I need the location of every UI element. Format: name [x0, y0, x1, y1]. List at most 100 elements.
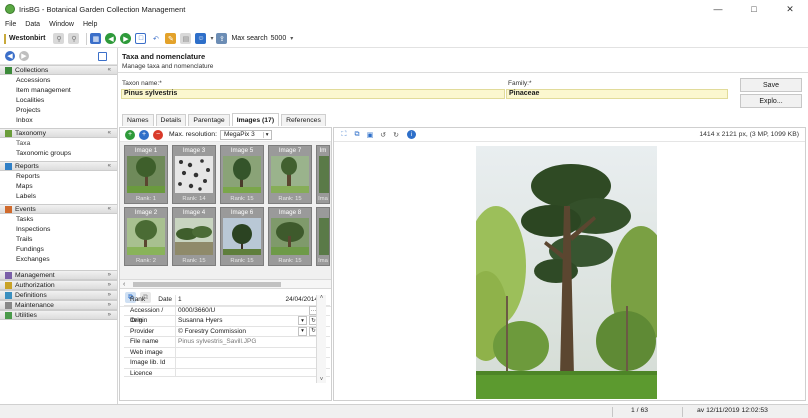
nav-section-utilities[interactable]: Utilities »	[0, 310, 117, 320]
taxon-name-field[interactable]: Pinus sylvestris	[121, 89, 505, 99]
nav-section-authorization[interactable]: Authorization »	[0, 280, 117, 290]
scroll-down-icon[interactable]: ˅	[317, 377, 326, 383]
chevron-down-icon[interactable]: ▾	[298, 316, 307, 325]
forward-icon[interactable]: ▶	[120, 33, 132, 44]
site-selector[interactable]: Westonbirt	[9, 35, 45, 42]
nav-item-inbox[interactable]: Inbox	[0, 116, 117, 126]
nav-section-collections[interactable]: Collections «	[0, 65, 117, 75]
collapse-chevron-icon[interactable]: «	[108, 163, 111, 169]
scroll-up-icon[interactable]: ˄	[317, 295, 326, 301]
nav-section-management[interactable]: Management »	[0, 270, 117, 280]
thumbnail[interactable]: Im Ima	[316, 145, 330, 204]
accession-value[interactable]: 0000/3660/U	[178, 306, 215, 316]
panel-toggle-icon[interactable]	[98, 52, 107, 61]
fit-screen-icon[interactable]: ⛶	[339, 130, 349, 140]
maximize-button[interactable]: □	[736, 0, 772, 18]
thumbnail[interactable]: Image 3 Rank: 14	[172, 145, 216, 204]
rotate-right-icon[interactable]: ↻	[391, 130, 401, 140]
tab-images[interactable]: Images (17)	[231, 113, 280, 126]
minimize-button[interactable]: —	[700, 0, 736, 18]
close-button[interactable]: ✕	[772, 0, 808, 18]
thumbnail[interactable]: Image 5 Rank: 15	[220, 145, 264, 204]
nav-item-localities[interactable]: Localities	[0, 96, 117, 106]
collapse-chevron-icon[interactable]: «	[108, 67, 111, 73]
thumbnail[interactable]: Image 8 Rank: 15	[268, 207, 312, 266]
edit-image-icon[interactable]: +	[139, 129, 149, 140]
date-value[interactable]: 24/04/2014	[285, 295, 318, 305]
max-search-value[interactable]: 5000	[271, 35, 287, 42]
max-resolution-select[interactable]: MegaPix 3 ▾	[219, 129, 273, 140]
nav-item-taxa[interactable]: Taxa	[0, 139, 117, 149]
tag-icon[interactable]: ✎	[165, 33, 177, 44]
nav-item-accessions[interactable]: Accessions	[0, 76, 117, 86]
user-icon[interactable]: ☺	[195, 33, 207, 44]
image-lib-id-value[interactable]	[176, 358, 330, 368]
calendar-icon[interactable]: ▤	[180, 33, 192, 44]
binoculars-icon[interactable]: ⚲	[53, 33, 65, 44]
nav-section-taxonomy[interactable]: Taxonomy «	[0, 128, 117, 138]
nav-item-trails[interactable]: Trails	[0, 235, 117, 245]
nav-section-reports[interactable]: Reports «	[0, 161, 117, 171]
rank-value[interactable]: 1	[178, 295, 182, 305]
collapse-chevron-icon[interactable]: «	[108, 130, 111, 136]
nav-forward-icon[interactable]: ▶	[19, 51, 29, 61]
nav-section-definitions[interactable]: Definitions »	[0, 290, 117, 300]
back-icon[interactable]: ◀	[105, 33, 117, 44]
add-image-icon[interactable]: +	[125, 129, 135, 140]
tab-names[interactable]: Names	[122, 114, 154, 126]
origin-value[interactable]: Susanna Hyers	[178, 316, 222, 326]
explore-button[interactable]: Explo...	[740, 94, 802, 108]
binoculars-alt-icon[interactable]: ⚲	[68, 33, 80, 44]
tab-references[interactable]: References	[281, 114, 326, 126]
scrollbar-thumb[interactable]	[133, 281, 282, 287]
nav-item-inspections[interactable]: Inspections	[0, 225, 117, 235]
licence-value[interactable]	[176, 369, 330, 376]
nav-back-icon[interactable]: ◀	[5, 51, 15, 61]
nav-section-maintenance[interactable]: Maintenance »	[0, 300, 117, 310]
copy-icon[interactable]: ⧉	[352, 130, 362, 140]
save-button[interactable]: Save	[740, 78, 802, 92]
thumbnail-scrollbar[interactable]: ‹	[120, 279, 331, 289]
nav-item-exchanges[interactable]: Exchanges	[0, 255, 117, 265]
nav-item-fundings[interactable]: Fundings	[0, 245, 117, 255]
max-search-dropdown-icon[interactable]: ▾	[290, 35, 293, 42]
menu-help[interactable]: Help	[83, 21, 97, 28]
tab-parentage[interactable]: Parentage	[188, 114, 230, 126]
window-icon[interactable]: □	[135, 33, 147, 44]
thumbnail[interactable]: Ima	[316, 207, 330, 266]
export-icon[interactable]: ⇪	[216, 33, 228, 44]
grid-icon[interactable]: ▦	[90, 33, 102, 44]
thumbnail[interactable]: Image 6 Rank: 15	[220, 207, 264, 266]
undo-icon[interactable]: ↶	[150, 33, 162, 44]
expand-chevron-icon[interactable]: »	[108, 302, 111, 308]
nav-item-reports[interactable]: Reports	[0, 172, 117, 182]
tab-details[interactable]: Details	[155, 114, 187, 126]
expand-chevron-icon[interactable]: »	[108, 282, 111, 288]
thumbnail[interactable]: Image 4 Rank: 15	[172, 207, 216, 266]
info-icon[interactable]: i	[407, 130, 416, 139]
metadata-scrollbar[interactable]: ˄ ˅	[316, 295, 326, 383]
save-icon[interactable]: ▣	[365, 130, 375, 140]
chevron-down-icon[interactable]: ▾	[298, 326, 307, 336]
expand-chevron-icon[interactable]: »	[108, 312, 111, 318]
nav-item-maps[interactable]: Maps	[0, 182, 117, 192]
menu-window[interactable]: Window	[49, 21, 74, 28]
nav-item-taxonomic-groups[interactable]: Taxonomic groups	[0, 149, 117, 159]
web-image-value[interactable]	[176, 348, 330, 358]
thumbnail[interactable]: Image 7 Rank: 15	[268, 145, 312, 204]
chevron-down-icon[interactable]: ▾	[262, 131, 268, 138]
menu-data[interactable]: Data	[25, 21, 40, 28]
menu-file[interactable]: File	[5, 21, 16, 28]
family-field[interactable]: Pinaceae	[506, 89, 728, 99]
nav-item-item-management[interactable]: Item management	[0, 86, 117, 96]
thumbnail[interactable]: Image 2 Rank: 2	[124, 207, 168, 266]
nav-item-tasks[interactable]: Tasks	[0, 215, 117, 225]
collapse-chevron-icon[interactable]: «	[108, 206, 111, 212]
expand-chevron-icon[interactable]: »	[108, 292, 111, 298]
expand-chevron-icon[interactable]: »	[108, 272, 111, 278]
nav-item-projects[interactable]: Projects	[0, 106, 117, 116]
scroll-left-icon[interactable]: ‹	[123, 281, 125, 288]
nav-item-labels[interactable]: Labels	[0, 192, 117, 202]
nav-section-events[interactable]: Events «	[0, 204, 117, 214]
rotate-left-icon[interactable]: ↺	[378, 130, 388, 140]
